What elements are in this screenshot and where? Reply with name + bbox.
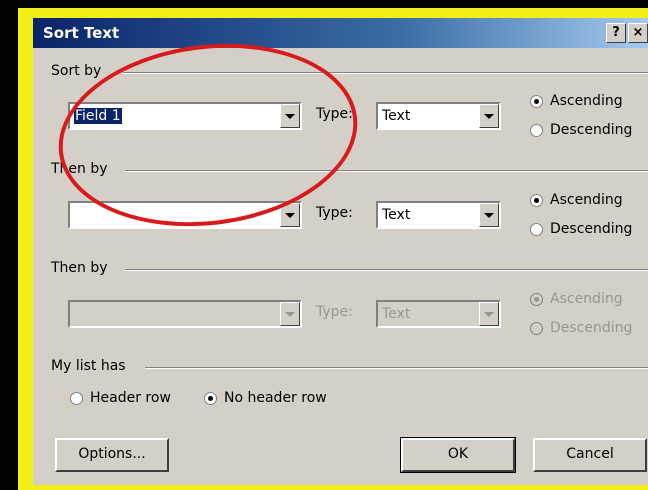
sort-by-field-combo[interactable]: Field 1 (68, 102, 302, 130)
title-bar: Sort Text ? × (33, 18, 648, 48)
then-by-2-type-label: Type: (316, 304, 353, 320)
then-by-1-field-dropdown-button[interactable] (280, 203, 300, 227)
then-by-2-descending-label: Descending (550, 320, 633, 336)
chevron-down-icon (285, 114, 295, 119)
cancel-button[interactable]: Cancel (533, 438, 647, 472)
chevron-down-icon (484, 213, 494, 218)
radio-dot (208, 396, 213, 401)
then-by-1-descending-label: Descending (550, 221, 633, 237)
options-button[interactable]: Options... (55, 438, 169, 472)
then-by-2-field-dropdown-button (280, 302, 300, 326)
sort-by-divider (123, 72, 648, 74)
sort-by-type-label: Type: (316, 106, 353, 122)
my-list-has-label: My list has (51, 358, 126, 374)
then-by-2-ascending-label: Ascending (550, 291, 623, 307)
then-by-2-type-dropdown-button (479, 302, 499, 326)
radio-icon[interactable] (530, 124, 543, 137)
chevron-down-icon (285, 213, 295, 218)
radio-icon (530, 322, 543, 335)
dialog-title: Sort Text (43, 24, 120, 42)
radio-icon[interactable] (530, 223, 543, 236)
then-by-2-field-combo (68, 300, 302, 328)
sort-by-type-value: Text (382, 108, 411, 124)
then-by-2-type-value: Text (382, 306, 411, 322)
radio-icon[interactable] (530, 194, 543, 207)
then-by-1-ascending-label: Ascending (550, 192, 623, 208)
sort-by-type-dropdown-button[interactable] (479, 104, 499, 128)
header-row-label: Header row (90, 390, 171, 406)
chevron-down-icon (285, 312, 295, 317)
radio-icon[interactable] (530, 95, 543, 108)
radio-dot (534, 198, 539, 203)
radio-dot (534, 297, 539, 302)
radio-icon[interactable] (204, 392, 217, 405)
radio-dot (534, 99, 539, 104)
then-by-1-type-label: Type: (316, 205, 353, 221)
chevron-down-icon (484, 114, 494, 119)
sort-by-ascending-label: Ascending (550, 93, 623, 109)
then-by-2-label: Then by (51, 260, 108, 276)
then-by-1-type-value: Text (382, 207, 411, 223)
sort-by-label: Sort by (51, 63, 102, 79)
then-by-1-type-dropdown-button[interactable] (479, 203, 499, 227)
radio-icon[interactable] (70, 392, 83, 405)
sort-by-descending-label: Descending (550, 122, 633, 138)
no-header-row-option[interactable]: No header row (204, 390, 364, 410)
help-button[interactable]: ? (606, 23, 626, 43)
then-by-2-divider (125, 269, 648, 271)
sort-by-field-value: Field 1 (74, 108, 122, 124)
sort-by-field-dropdown-button[interactable] (280, 104, 300, 128)
close-button[interactable]: × (628, 23, 648, 43)
ok-button[interactable]: OK (400, 437, 516, 473)
then-by-1-label: Then by (51, 161, 108, 177)
chevron-down-icon (484, 312, 494, 317)
my-list-has-divider (145, 367, 648, 369)
no-header-row-label: No header row (224, 390, 327, 406)
then-by-1-type-combo[interactable]: Text (376, 201, 501, 229)
sort-by-type-combo[interactable]: Text (376, 102, 501, 130)
then-by-1-field-combo[interactable] (68, 201, 302, 229)
radio-icon (530, 293, 543, 306)
then-by-2-type-combo: Text (376, 300, 501, 328)
then-by-1-divider (125, 170, 648, 172)
header-row-option[interactable]: Header row (70, 390, 210, 410)
sort-text-dialog: Sort Text ? × Sort by Field 1 Type: Text… (33, 18, 648, 485)
